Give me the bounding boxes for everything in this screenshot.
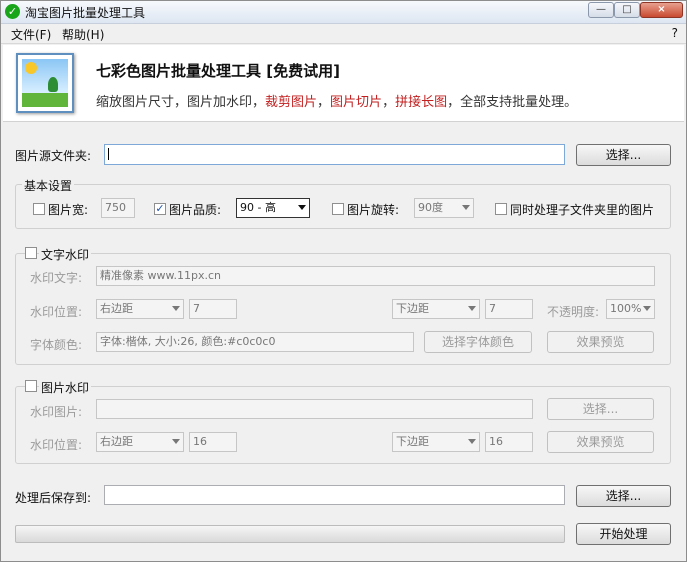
- source-folder-label: 图片源文件夹:: [15, 149, 92, 163]
- text-vertical-margin-input[interactable]: 7: [485, 299, 533, 319]
- watermark-text-label: 水印文字:: [30, 271, 83, 285]
- text-preview-button[interactable]: 效果预览: [547, 331, 654, 353]
- text-position-label: 水印位置:: [30, 305, 83, 319]
- image-watermark-title: 图片水印: [39, 379, 92, 396]
- output-folder-label: 处理后保存到:: [15, 491, 92, 505]
- text-watermark-checkbox[interactable]: [25, 247, 37, 259]
- banner: 七彩色图片批量处理工具 [免费试用] 缩放图片尺寸，图片加水印，裁剪图片，图片切…: [3, 45, 684, 122]
- text-horizontal-margin-select[interactable]: 右边距: [96, 299, 184, 319]
- image-position-label: 水印位置:: [30, 438, 83, 452]
- main-window: ✓ 淘宝图片批量处理工具 — □ × 文件(F) 帮助(H) ? 七彩色图片批量…: [0, 0, 687, 562]
- image-watermark-checkbox[interactable]: [25, 380, 37, 392]
- watermark-image-input[interactable]: [96, 399, 533, 419]
- watermark-text-input[interactable]: 精准像素 www.11px.cn: [96, 266, 655, 286]
- quality-select[interactable]: 90 - 高: [236, 198, 310, 218]
- banner-description: 缩放图片尺寸，图片加水印，裁剪图片，图片切片，拼接长图，全部支持批量处理。: [96, 95, 578, 110]
- chevron-down-icon: [462, 205, 470, 210]
- width-checkbox[interactable]: [33, 203, 45, 215]
- subfolder-label: 同时处理子文件夹里的图片: [510, 203, 655, 217]
- rotate-select[interactable]: 90度: [414, 198, 474, 218]
- window-title: 淘宝图片批量处理工具: [25, 6, 146, 20]
- quality-label: 图片品质:: [169, 203, 222, 217]
- chevron-down-icon: [298, 205, 306, 210]
- subfolder-checkbox[interactable]: [495, 203, 507, 215]
- quality-checkbox[interactable]: ✓: [154, 203, 166, 215]
- chevron-down-icon: [172, 306, 180, 311]
- source-select-button[interactable]: 选择...: [576, 144, 671, 166]
- basic-settings-title: 基本设置: [22, 177, 75, 194]
- image-vertical-margin-input[interactable]: 16: [485, 432, 533, 452]
- choose-font-color-button[interactable]: 选择字体颜色: [424, 331, 532, 353]
- menu-bar: 文件(F) 帮助(H) ?: [1, 24, 686, 44]
- landscape-picture-icon: [16, 53, 74, 113]
- font-color-input[interactable]: 字体:楷体, 大小:26, 颜色:#c0c0c0: [96, 332, 414, 352]
- help-question[interactable]: ?: [672, 26, 678, 40]
- menu-help[interactable]: 帮助(H): [62, 26, 104, 43]
- progress-bar: [15, 525, 565, 543]
- watermark-image-select-button[interactable]: 选择...: [547, 398, 654, 420]
- start-processing-button[interactable]: 开始处理: [576, 523, 671, 545]
- chevron-down-icon: [468, 306, 476, 311]
- output-folder-input[interactable]: [104, 485, 565, 505]
- watermark-image-label: 水印图片:: [30, 405, 83, 419]
- source-folder-input[interactable]: [104, 144, 565, 165]
- rotate-label: 图片旋转:: [347, 203, 400, 217]
- minimize-button[interactable]: —: [588, 2, 614, 18]
- image-horizontal-margin-select[interactable]: 右边距: [96, 432, 184, 452]
- image-preview-button[interactable]: 效果预览: [547, 431, 654, 453]
- text-watermark-title: 文字水印: [39, 246, 92, 263]
- text-vertical-margin-select[interactable]: 下边距: [392, 299, 480, 319]
- chevron-down-icon: [468, 439, 476, 444]
- chevron-down-icon: [643, 306, 651, 311]
- opacity-label: 不透明度:: [547, 305, 600, 319]
- output-select-button[interactable]: 选择...: [576, 485, 671, 507]
- image-vertical-margin-select[interactable]: 下边距: [392, 432, 480, 452]
- banner-title: 七彩色图片批量处理工具 [免费试用]: [96, 62, 340, 80]
- text-horizontal-margin-input[interactable]: 7: [189, 299, 237, 319]
- chevron-down-icon: [172, 439, 180, 444]
- width-label: 图片宽:: [48, 203, 89, 217]
- maximize-button[interactable]: □: [614, 2, 640, 18]
- font-color-label: 字体颜色:: [30, 338, 83, 352]
- image-horizontal-margin-input[interactable]: 16: [189, 432, 237, 452]
- title-bar[interactable]: ✓ 淘宝图片批量处理工具 — □ ×: [1, 1, 686, 24]
- rotate-checkbox[interactable]: [332, 203, 344, 215]
- opacity-select[interactable]: 100%: [606, 299, 655, 319]
- close-button[interactable]: ×: [640, 2, 683, 18]
- width-input[interactable]: 750: [101, 198, 135, 218]
- check-circle-icon: ✓: [5, 4, 20, 19]
- menu-file[interactable]: 文件(F): [11, 26, 51, 43]
